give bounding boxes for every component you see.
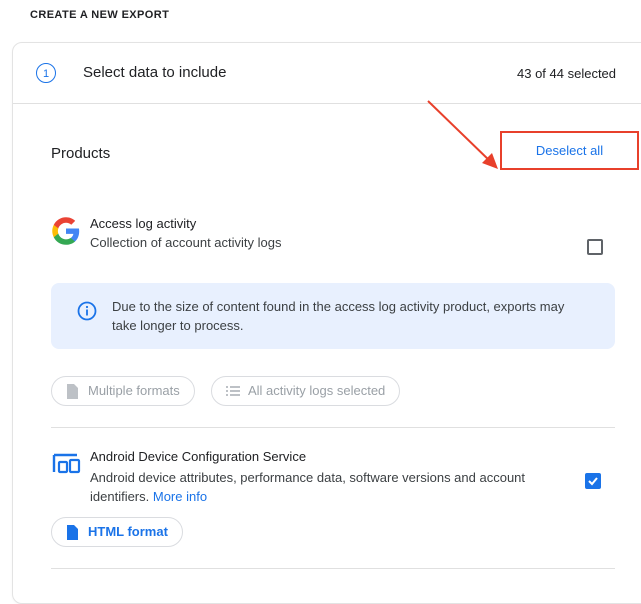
product-description-android-device: Android device attributes, performance d… — [90, 468, 570, 506]
step-header[interactable]: 1 Select data to include 43 of 44 select… — [13, 43, 641, 104]
info-icon — [77, 301, 97, 321]
annotation-arrow-icon — [427, 100, 498, 169]
checkbox-access-log[interactable] — [587, 239, 603, 255]
google-g-icon — [52, 217, 80, 245]
more-info-link[interactable]: More info — [153, 489, 207, 504]
chip-all-activity-logs[interactable]: All activity logs selected — [211, 376, 401, 406]
info-banner: Due to the size of content found in the … — [51, 283, 615, 349]
info-banner-text: Due to the size of content found in the … — [112, 299, 565, 333]
divider — [51, 427, 615, 428]
list-icon — [226, 386, 240, 396]
product-name-android-device: Android Device Configuration Service — [90, 449, 307, 464]
product-description-access-log: Collection of account activity logs — [90, 235, 282, 250]
products-label: Products — [51, 145, 111, 162]
chip-label: HTML format — [88, 524, 168, 539]
product-name-access-log: Access log activity — [90, 216, 197, 231]
page-heading: CREATE A NEW EXPORT — [30, 9, 170, 21]
chip-multiple-formats[interactable]: Multiple formats — [51, 376, 195, 406]
step-title: Select data to include — [83, 64, 227, 81]
selection-count: 43 of 44 selected — [517, 66, 617, 81]
file-icon — [67, 525, 78, 540]
checkbox-android-device[interactable] — [585, 473, 601, 489]
checkmark-icon — [588, 477, 598, 486]
chip-label: Multiple formats — [88, 383, 180, 398]
chip-html-format[interactable]: HTML format — [51, 517, 183, 547]
file-icon — [67, 384, 78, 399]
step-number-badge: 1 — [36, 63, 56, 83]
chip-label: All activity logs selected — [248, 383, 386, 398]
devices-icon — [52, 453, 81, 474]
divider — [51, 568, 615, 569]
deselect-all-button[interactable]: Deselect all — [500, 131, 639, 170]
